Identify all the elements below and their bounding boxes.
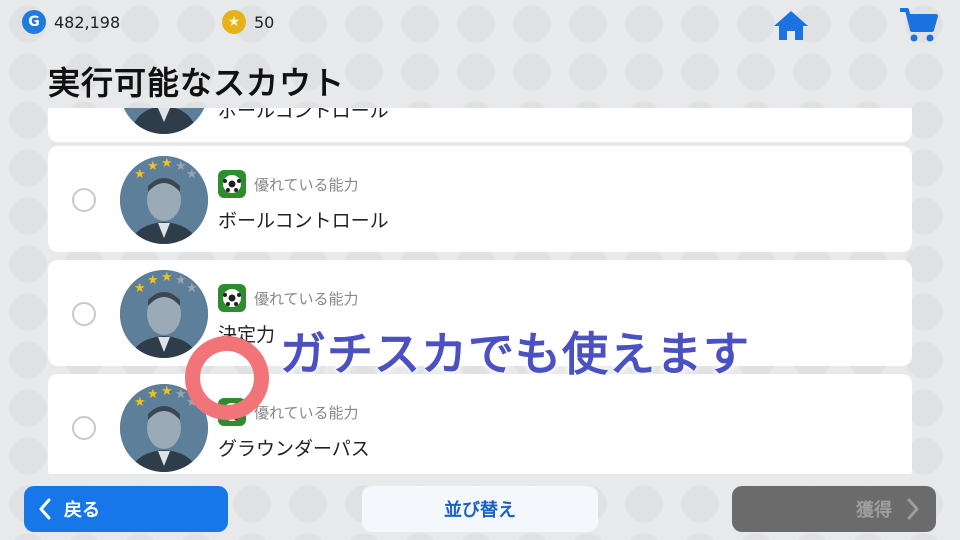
scout-card[interactable]: ボールコントロール [48, 108, 912, 142]
gp-value: 482,198 [54, 12, 121, 32]
svg-text:★: ★ [175, 387, 187, 402]
bottom-bar: 戻る 並び替え 獲得 [0, 478, 960, 540]
svg-text:★: ★ [186, 167, 198, 182]
cart-button[interactable] [898, 6, 940, 44]
player-avatar [120, 108, 208, 134]
gp-coin-icon: G [22, 10, 46, 34]
scout-card[interactable]: ★ ★ ★ ★ ★ 優れている能力 ボールコントロール [48, 146, 912, 252]
home-icon [774, 11, 808, 40]
coin-balance: ★ 50 [222, 10, 274, 34]
top-bar: G 482,198 ★ 50 [0, 0, 960, 44]
skill-name: ボールコントロール [218, 108, 389, 122]
svg-text:★: ★ [175, 159, 187, 174]
skill-category: 優れている能力 [254, 290, 359, 308]
soccer-ball-icon [218, 284, 246, 312]
skill-category: 優れている能力 [254, 404, 359, 422]
svg-text:★: ★ [186, 281, 198, 296]
svg-text:★: ★ [134, 281, 146, 296]
player-avatar: ★ ★ ★ ★ ★ [120, 270, 208, 358]
sort-label: 並び替え [444, 500, 516, 521]
acquire-label: 獲得 [856, 500, 892, 521]
soccer-ball-icon [218, 170, 246, 198]
back-button[interactable]: 戻る [24, 486, 228, 532]
player-avatar: ★ ★ ★ ★ ★ [120, 156, 208, 244]
cart-icon [900, 8, 938, 42]
sort-button[interactable]: 並び替え [362, 486, 598, 532]
select-radio[interactable] [72, 302, 96, 326]
chevron-left-icon [39, 498, 51, 520]
svg-text:★: ★ [161, 156, 173, 171]
overlay-caption: ガチスカでも使えます [280, 327, 750, 381]
back-label: 戻る [64, 500, 100, 521]
page-title: 実行可能なスカウト [48, 64, 346, 102]
select-radio[interactable] [72, 188, 96, 212]
svg-text:★: ★ [134, 167, 146, 182]
svg-text:★: ★ [134, 395, 146, 410]
skill-category: 優れている能力 [254, 176, 359, 194]
svg-text:★: ★ [161, 384, 173, 399]
home-button[interactable] [772, 8, 810, 42]
svg-text:★: ★ [147, 387, 159, 402]
skill-name: グラウンダーパス [218, 438, 370, 460]
svg-text:★: ★ [147, 273, 159, 288]
scout-card[interactable]: ★ ★ ★ ★ ★ 優れている能力 グラウンダーパス [48, 374, 912, 474]
coin-value: 50 [254, 12, 275, 32]
scout-list[interactable]: ボールコントロール ★ ★ ★ ★ ★ 優れている能力 ボールコントロール ★ … [48, 108, 912, 474]
svg-text:★: ★ [175, 273, 187, 288]
svg-text:★: ★ [147, 159, 159, 174]
select-radio[interactable] [72, 416, 96, 440]
gp-balance: G 482,198 [22, 10, 120, 34]
star-coin-icon: ★ [222, 10, 246, 34]
acquire-button[interactable]: 獲得 [732, 486, 936, 532]
skill-name: ボールコントロール [218, 210, 389, 232]
chevron-right-icon [907, 498, 919, 520]
svg-text:★: ★ [161, 270, 173, 285]
highlight-ring [185, 336, 269, 420]
